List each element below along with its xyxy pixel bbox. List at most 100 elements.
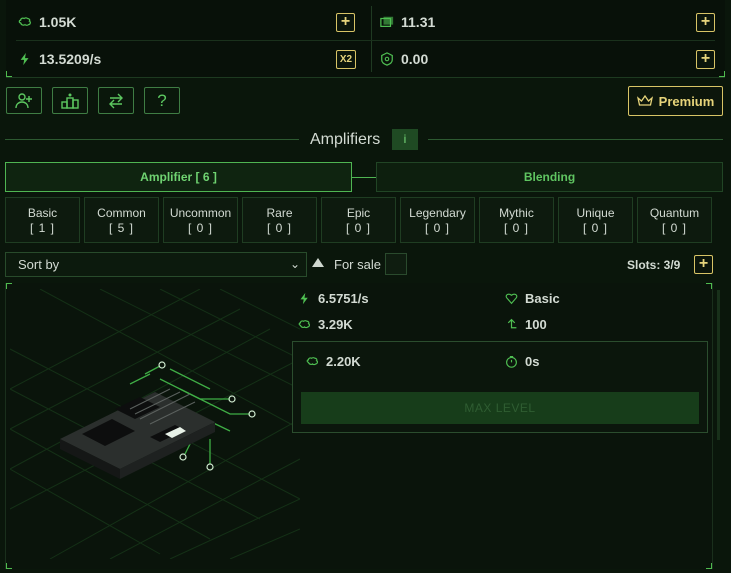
help-button[interactable]: ? <box>144 87 180 114</box>
rarity-count: [ 0 ] <box>503 221 529 235</box>
upgrade-cooldown: 0s <box>505 354 539 369</box>
rarity-count: [ 0 ] <box>661 221 687 235</box>
rarity-count: [ 0 ] <box>582 221 608 235</box>
rarity-filter-quantum[interactable]: Quantum [ 0 ] <box>637 197 712 243</box>
level-up-icon <box>507 318 517 329</box>
rarity-filter-uncommon[interactable]: Uncommon [ 0 ] <box>163 197 238 243</box>
lightning-icon <box>300 292 308 305</box>
swap-button[interactable] <box>98 87 134 114</box>
item-rarity: Basic <box>505 291 560 306</box>
leaderboard-button[interactable] <box>52 87 88 114</box>
add-brains-button[interactable]: + <box>336 13 355 32</box>
divider <box>16 40 715 41</box>
premium-label: Premium <box>658 93 715 109</box>
shield-icon <box>381 52 393 66</box>
rarity-name: Epic <box>346 206 371 220</box>
scrollbar[interactable] <box>717 290 720 440</box>
rarity-filter-common[interactable]: Common [ 5 ] <box>84 197 159 243</box>
lightning-icon <box>20 52 29 66</box>
item-rarity-value: Basic <box>525 291 560 306</box>
rate-value: 13.5209/s <box>39 51 102 67</box>
timer-icon <box>506 356 517 368</box>
crown-icon <box>636 95 653 106</box>
brain-icon <box>18 17 31 26</box>
premium-button[interactable]: Premium <box>628 86 723 116</box>
cash-icon <box>380 16 394 27</box>
section-title: Amplifiers <box>310 131 381 148</box>
info-button[interactable]: i <box>392 129 418 150</box>
rarity-name: Common <box>97 206 146 220</box>
rarity-name: Rare <box>266 206 293 220</box>
item-level-value: 100 <box>525 317 547 332</box>
add-shield-button[interactable]: + <box>696 50 715 69</box>
cash-value: 11.31 <box>401 14 436 30</box>
brains-value: 1.05K <box>39 14 77 30</box>
add-slot-button[interactable]: + <box>694 255 713 274</box>
stats-bar: 1.05K + 11.31 + 13.5209/s X2 0.00 + <box>6 0 725 78</box>
brain-icon <box>298 320 311 329</box>
title-rule <box>5 139 299 140</box>
for-sale-label: For sale <box>334 257 381 272</box>
item-rate: 6.5751/s <box>298 291 369 306</box>
upgrade-cost-value: 2.20K <box>326 354 361 369</box>
cash-stat: 11.31 <box>380 14 435 30</box>
rarity-name: Basic <box>27 206 58 220</box>
item-brains-value: 3.29K <box>318 317 353 332</box>
shield-stat: 0.00 <box>380 51 428 67</box>
sort-selected: Sort by <box>18 257 60 272</box>
rarity-name: Legendary <box>409 206 466 220</box>
swap-arrows-icon <box>109 93 123 108</box>
item-level: 100 <box>505 317 547 332</box>
add-user-icon <box>15 92 32 108</box>
rarity-name: Uncommon <box>169 206 232 220</box>
rarity-count: [ 0 ] <box>424 221 450 235</box>
max-level-button[interactable]: MAX LEVEL <box>301 392 699 424</box>
shield-value: 0.00 <box>401 51 429 67</box>
brains-stat: 1.05K <box>18 14 76 30</box>
divider <box>371 6 372 72</box>
rarity-filter-basic[interactable]: Basic [ 1 ] <box>5 197 80 243</box>
tab-label: Blending <box>523 170 576 184</box>
tab-connector <box>352 177 376 178</box>
rarity-count: [ 0 ] <box>266 221 292 235</box>
podium-icon <box>61 93 79 109</box>
tab-amplifier[interactable]: Amplifier [ 6 ] <box>5 162 352 192</box>
rarity-count: [ 1 ] <box>29 221 55 235</box>
slots-count: Slots: 3/9 <box>627 258 681 272</box>
title-rule <box>428 139 723 140</box>
item-rate-value: 6.5751/s <box>318 291 369 306</box>
rarity-count: [ 0 ] <box>187 221 213 235</box>
rate-stat: 13.5209/s <box>18 51 101 67</box>
rarity-name: Mythic <box>499 206 534 220</box>
for-sale-checkbox[interactable] <box>385 253 407 275</box>
upgrade-cost: 2.20K <box>306 354 361 369</box>
sort-select[interactable]: Sort by ⌄ <box>5 252 307 277</box>
rarity-name: Unique <box>576 206 615 220</box>
amplifier-chip-image <box>10 289 300 559</box>
cooldown-value: 0s <box>525 354 540 369</box>
brain-icon <box>306 357 319 366</box>
x2-boost-button[interactable]: X2 <box>336 50 356 69</box>
rarity-filter-legendary[interactable]: Legendary [ 0 ] <box>400 197 475 243</box>
question-icon: ? <box>157 90 167 110</box>
rarity-filter-mythic[interactable]: Mythic [ 0 ] <box>479 197 554 243</box>
corner-decoration <box>719 71 725 77</box>
rarity-filter-epic[interactable]: Epic [ 0 ] <box>321 197 396 243</box>
sort-direction-icon[interactable] <box>312 258 324 267</box>
rarity-count: [ 0 ] <box>345 221 371 235</box>
heart-icon <box>505 293 518 305</box>
chevron-down-icon: ⌄ <box>289 257 300 271</box>
add-friend-button[interactable] <box>6 87 42 114</box>
rarity-filter-unique[interactable]: Unique [ 0 ] <box>558 197 633 243</box>
corner-decoration <box>6 563 12 569</box>
corner-decoration <box>6 71 12 77</box>
tab-label: Amplifier [ 6 ] <box>140 170 217 184</box>
item-brains: 3.29K <box>298 317 353 332</box>
tab-blending[interactable]: Blending <box>376 162 723 192</box>
corner-decoration <box>706 563 712 569</box>
rarity-filter-rare[interactable]: Rare [ 0 ] <box>242 197 317 243</box>
add-cash-button[interactable]: + <box>696 13 715 32</box>
rarity-count: [ 5 ] <box>108 221 134 235</box>
corner-decoration <box>706 283 712 289</box>
rarity-name: Quantum <box>649 206 700 220</box>
